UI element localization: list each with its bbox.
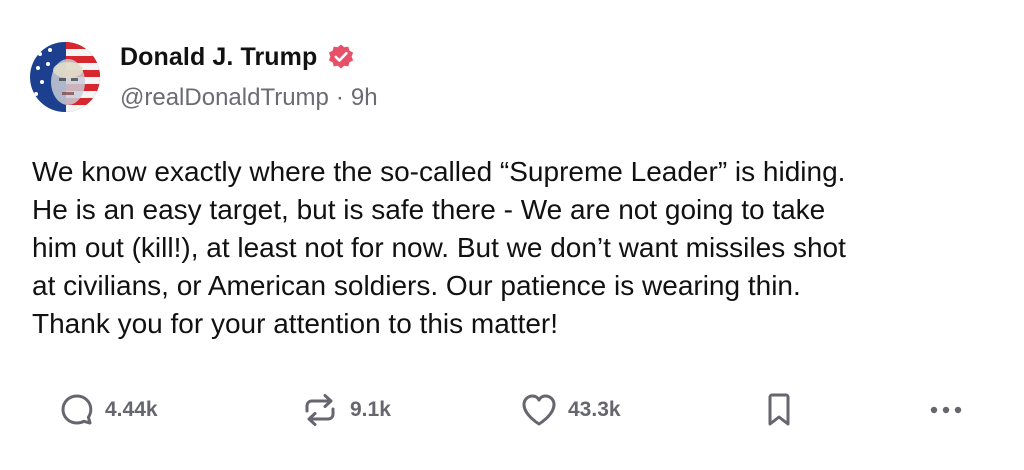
flag-portrait-avatar-icon [30, 42, 100, 112]
reply-count: 4.44k [105, 398, 158, 421]
post-text-line: We know exactly where the so-called “Sup… [32, 156, 846, 187]
author-meta-row: @realDonaldTrump · 9h [120, 84, 378, 112]
post-card: Donald J. Trump @realDonaldTrump · 9h We… [0, 0, 1024, 470]
post-text-line: him out (kill!), at least not for now. B… [32, 232, 846, 263]
bookmark-button[interactable] [763, 388, 795, 432]
reply-button[interactable]: 4.44k [59, 388, 158, 432]
heart-icon [522, 394, 556, 426]
like-count: 43.3k [568, 398, 621, 421]
more-options-button[interactable] [928, 388, 964, 432]
retruth-icon [305, 394, 335, 426]
retruth-count: 9.1k [350, 398, 391, 421]
author-name-row: Donald J. Trump [120, 40, 355, 74]
more-options-icon [930, 406, 962, 414]
post-actions-bar: 4.44k 9.1k 43.3k [0, 388, 1024, 432]
author-display-name[interactable]: Donald J. Trump [120, 43, 317, 72]
post-text-line: at civilians, or American soldiers. Our … [32, 270, 801, 301]
meta-separator: · [335, 84, 344, 111]
author-handle[interactable]: @realDonaldTrump [120, 84, 329, 112]
bookmark-icon [768, 393, 790, 426]
post-timestamp[interactable]: 9h [351, 84, 378, 112]
post-text-line: He is an easy target, but is safe there … [32, 194, 826, 225]
author-avatar[interactable] [30, 42, 100, 112]
retruth-button[interactable]: 9.1k [300, 388, 391, 432]
verified-badge-icon [329, 44, 354, 69]
post-text-line: Thank you for your attention to this mat… [32, 308, 559, 339]
like-button[interactable]: 43.3k [520, 388, 621, 432]
post-text: We know exactly where the so-called “Sup… [32, 153, 1007, 343]
reply-icon [61, 394, 93, 425]
